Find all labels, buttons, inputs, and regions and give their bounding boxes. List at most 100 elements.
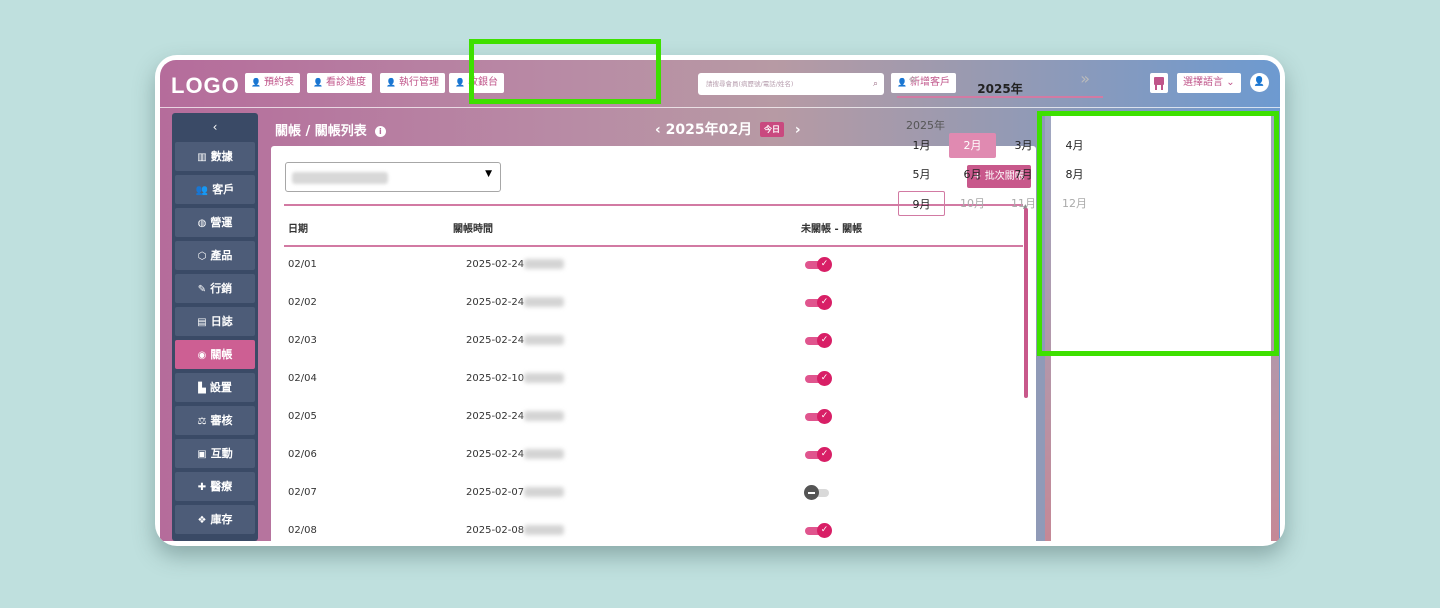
blurred-time (524, 335, 564, 345)
check-icon: ✓ (817, 295, 832, 310)
sidebar-item-marketing[interactable]: ✎ 行銷 (175, 274, 255, 303)
check-icon: ✓ (817, 333, 832, 348)
blurred-time (524, 411, 564, 421)
table-row: 02/08 2025-02-08 ✓ (284, 513, 1023, 541)
month-picker-header: « 2025年 » (897, 63, 1103, 98)
closing-toggle[interactable]: ✓ (804, 409, 832, 425)
month-cell[interactable]: 2月 (949, 133, 996, 158)
column-header-date: 日期 (288, 224, 308, 235)
table-row: 02/04 2025-02-10 ✓ (284, 361, 1023, 399)
closing-toggle[interactable]: ✓ (804, 523, 832, 539)
reservation-button[interactable]: 👤 預約表 (245, 73, 300, 93)
blurred-time (524, 449, 564, 459)
highlight-box-month-picker (1037, 111, 1279, 356)
sidebar-item-review[interactable]: ⚖ 審核 (175, 406, 255, 435)
month-cell[interactable]: 1月 (898, 133, 945, 158)
column-header-close-time: 關帳時間 (453, 224, 493, 235)
sidebar-item-operations[interactable]: ◍ 營運 (175, 208, 255, 237)
date-cell: 02/01 (288, 259, 317, 270)
sidebar: ‹ ▥ 數據 👥 客戶 ◍ 營運 ⬡ 產品 ✎ 行銷 ▤ 日誌 ◉ 關帳 ▙ 設置 ⚖ 審核 ▣ 互… (172, 113, 258, 541)
sidebar-item-interaction[interactable]: ▣ 互動 (175, 439, 255, 468)
highlight-box-month-nav (469, 39, 661, 104)
execution-management-button[interactable]: 👤 執行管理 (380, 73, 445, 93)
table-row: 02/03 2025-02-24 ✓ (284, 323, 1023, 361)
date-cell: 02/02 (288, 297, 317, 308)
date-cell: 02/08 (288, 525, 317, 536)
sidebar-item-products[interactable]: ⬡ 產品 (175, 241, 255, 270)
table-row: 02/02 2025-02-24 ✓ (284, 285, 1023, 323)
user-avatar-icon[interactable]: 👤 (1250, 73, 1269, 92)
store-icon[interactable] (1150, 73, 1168, 93)
closing-toggle[interactable]: ✓ (804, 371, 832, 387)
table-row: 02/05 2025-02-24 ✓ (284, 399, 1023, 437)
top-bar: LOGO 👤 預約表 👤 看診進度 👤 執行管理 👤 收銀台 請搜尋會員(病歷號/電話/… (160, 60, 1280, 108)
user-icon: 👤 (455, 78, 465, 87)
year-label: 2025年 (906, 119, 945, 132)
blurred-time (524, 487, 564, 497)
closing-toggle[interactable]: ✓ (804, 447, 832, 463)
sidebar-item-customers[interactable]: 👥 客戶 (175, 175, 255, 204)
branch-select[interactable]: ▼ (285, 162, 501, 192)
today-button[interactable]: 今日 (759, 122, 784, 137)
current-month-label[interactable]: 2025年02月 (666, 122, 752, 138)
check-icon: ✓ (817, 371, 832, 386)
date-cell: 02/04 (288, 373, 317, 384)
month-cell[interactable]: 9月 (898, 191, 945, 216)
close-time-cell: 2025-02-24 (466, 297, 525, 308)
close-time-cell: 2025-02-24 (466, 335, 525, 346)
month-picker-title[interactable]: 2025年 (897, 80, 1103, 97)
sidebar-item-medical[interactable]: ✚ 醫療 (175, 472, 255, 501)
medical-icon: ✚ (197, 482, 207, 493)
box-icon: ⬡ (197, 251, 207, 262)
blurred-selected-value (292, 172, 388, 184)
date-cell: 02/05 (288, 411, 317, 422)
month-navigator: ‹ 2025年02月 今日 › (655, 119, 801, 139)
sidebar-item-closing[interactable]: ◉ 關帳 (175, 340, 255, 369)
operations-icon: ◍ (197, 218, 207, 229)
month-cell[interactable]: 5月 (898, 162, 945, 187)
month-cell[interactable]: 6月 (949, 162, 996, 187)
sidebar-item-inventory[interactable]: ❖ 庫存 (175, 505, 255, 534)
close-time-cell: 2025-02-24 (466, 259, 525, 270)
column-header-status: 未關帳 - 關帳 (801, 224, 863, 235)
close-time-cell: 2025-02-08 (466, 525, 525, 536)
closing-toggle[interactable]: ✓ (804, 295, 832, 311)
chevron-down-icon: ⌄ (1226, 77, 1235, 88)
prev-month-chevron-icon[interactable]: ‹ (655, 122, 661, 138)
chart-icon: ▥ (197, 152, 207, 163)
date-cell: 02/07 (288, 487, 317, 498)
blurred-time (524, 525, 564, 535)
month-cell: 10月 (960, 197, 985, 210)
next-month-chevron-icon[interactable]: › (795, 122, 801, 138)
language-select[interactable]: 選擇語言 ⌄ (1177, 73, 1241, 93)
check-icon: ✓ (817, 257, 832, 272)
info-icon[interactable]: i (374, 126, 386, 137)
close-time-cell: 2025-02-24 (466, 411, 525, 422)
marketing-icon: ✎ (197, 284, 207, 295)
check-icon: ✓ (817, 409, 832, 424)
check-icon: ✓ (817, 523, 832, 538)
user-icon: 👤 (251, 78, 261, 87)
breadcrumb: 關帳 / 關帳列表 i (275, 120, 386, 139)
customers-icon: 👥 (195, 185, 209, 196)
chat-icon: ▣ (197, 449, 207, 460)
member-search-input[interactable]: 請搜尋會員(病歷號/電話/姓名) ⌕ (698, 73, 884, 95)
closing-toggle[interactable]: ✓ (804, 333, 832, 349)
next-year-icon[interactable]: » (1080, 69, 1090, 88)
blurred-time (524, 373, 564, 383)
search-icon[interactable]: ⌕ (873, 73, 878, 95)
check-icon: ✓ (817, 447, 832, 462)
date-cell: 02/06 (288, 449, 317, 460)
blurred-time (524, 297, 564, 307)
sidebar-item-settings[interactable]: ▙ 設置 (175, 373, 255, 402)
consultation-progress-button[interactable]: 👤 看診進度 (307, 73, 372, 93)
sidebar-item-journal[interactable]: ▤ 日誌 (175, 307, 255, 336)
closing-icon: ◉ (197, 350, 207, 361)
table-row: 02/07 2025-02-07 (284, 475, 1023, 513)
closing-toggle[interactable]: ✓ (804, 257, 832, 273)
closing-toggle[interactable] (804, 485, 832, 501)
caret-down-icon: ▼ (485, 169, 492, 179)
sidebar-collapse-button[interactable]: ‹ (175, 116, 255, 142)
user-icon: 👤 (313, 78, 323, 87)
sidebar-item-data[interactable]: ▥ 數據 (175, 142, 255, 171)
